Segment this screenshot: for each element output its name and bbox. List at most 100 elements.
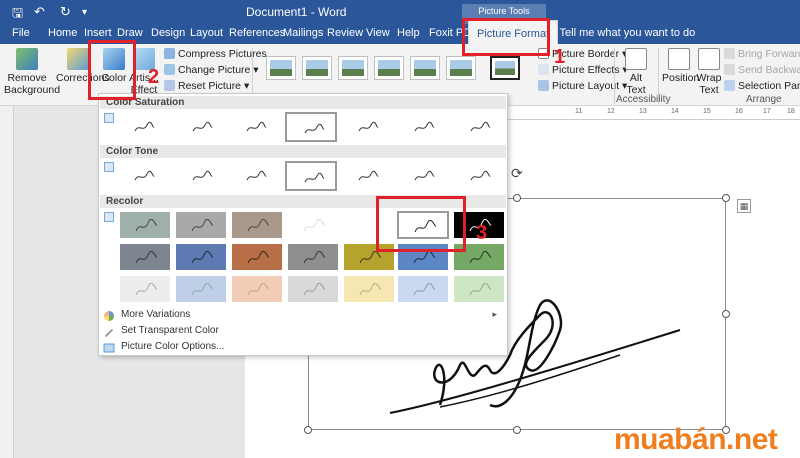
color-wheel-icon xyxy=(104,311,114,321)
recolor-option[interactable] xyxy=(287,211,339,239)
remove-background-label: Remove Background xyxy=(4,72,61,96)
ruler-tick: 11 xyxy=(575,108,583,115)
remove-background-icon xyxy=(16,48,38,70)
watermark-text-1: muabán xyxy=(614,423,727,456)
saturation-option[interactable] xyxy=(175,112,227,142)
tab-review[interactable]: Review xyxy=(327,27,363,39)
alt-text-icon xyxy=(625,48,647,70)
reset-picture-button[interactable]: Reset Picture ▾ xyxy=(164,80,249,92)
bring-forward-button[interactable]: Bring Forward xyxy=(724,48,800,60)
bring-forward-label: Bring Forward xyxy=(738,48,800,60)
resize-handle[interactable] xyxy=(513,426,521,434)
tab-insert[interactable]: Insert xyxy=(84,27,112,39)
tone-option[interactable] xyxy=(397,161,449,191)
recolor-option[interactable] xyxy=(175,275,227,303)
wrap-text-label: Wrap Text xyxy=(696,72,722,96)
resize-handle[interactable] xyxy=(722,194,730,202)
picture-options-icon xyxy=(103,343,115,353)
picture-style-2[interactable] xyxy=(302,56,332,80)
recolor-option[interactable] xyxy=(231,243,283,271)
change-picture-button[interactable]: Change Picture ▾ xyxy=(164,64,259,76)
more-variations-label: More Variations xyxy=(121,309,191,320)
recolor-option[interactable] xyxy=(343,275,395,303)
wrap-text-button[interactable]: Wrap Text xyxy=(696,48,722,96)
remove-background-button[interactable]: Remove Background xyxy=(4,48,60,96)
color-tone-header: Color Tone xyxy=(100,145,506,158)
ruler-tick: 18 xyxy=(787,108,795,115)
resize-handle[interactable] xyxy=(513,194,521,202)
tone-option[interactable] xyxy=(229,161,281,191)
rotate-handle-icon[interactable]: ⟳ xyxy=(511,165,523,182)
resize-handle[interactable] xyxy=(304,426,312,434)
picture-style-1[interactable] xyxy=(266,56,296,80)
ruler-tick: 13 xyxy=(639,108,647,115)
saturation-option[interactable] xyxy=(453,112,505,142)
tone-option[interactable] xyxy=(341,161,393,191)
picture-style-6[interactable] xyxy=(446,56,476,80)
recolor-option[interactable] xyxy=(453,275,505,303)
saturation-option[interactable] xyxy=(229,112,281,142)
recolor-option[interactable] xyxy=(119,243,171,271)
saturation-option-selected[interactable] xyxy=(285,112,337,142)
alt-text-button[interactable]: Alt Text xyxy=(622,48,650,96)
color-saturation-header: Color Saturation xyxy=(100,96,506,109)
selection-pane-button[interactable]: Selection Pane xyxy=(724,80,800,92)
tab-layout[interactable]: Layout xyxy=(190,27,223,39)
position-button[interactable]: Position xyxy=(662,48,700,84)
recolor-option[interactable] xyxy=(231,275,283,303)
document-title: Document1 - Word xyxy=(246,5,347,19)
redo-icon[interactable]: ↻ xyxy=(60,4,71,20)
tone-option[interactable] xyxy=(117,161,169,191)
position-icon xyxy=(668,48,690,70)
tab-home[interactable]: Home xyxy=(48,27,77,39)
corrections-icon xyxy=(67,48,89,70)
callout-box-color xyxy=(88,40,136,100)
tab-design[interactable]: Design xyxy=(151,27,185,39)
tab-mailings[interactable]: Mailings xyxy=(283,27,323,39)
picture-layout-label: Picture Layout xyxy=(552,80,620,92)
tab-draw[interactable]: Draw xyxy=(117,27,143,39)
recolor-option[interactable] xyxy=(175,211,227,239)
recolor-option[interactable] xyxy=(175,243,227,271)
recolor-option[interactable] xyxy=(119,275,171,303)
tell-me-search[interactable]: ○ Tell me what you want to do xyxy=(550,27,695,39)
recolor-option[interactable] xyxy=(231,211,283,239)
undo-icon[interactable]: ↶ xyxy=(34,4,45,20)
more-variations-item[interactable]: More Variations ▸ xyxy=(103,309,503,325)
layout-options-icon[interactable]: ▦ xyxy=(737,199,751,213)
recolor-option[interactable] xyxy=(397,275,449,303)
tone-option-selected[interactable] xyxy=(285,161,337,191)
tab-help[interactable]: Help xyxy=(397,27,420,39)
callout-box-black-white xyxy=(376,196,466,252)
tab-references[interactable]: References xyxy=(229,27,285,39)
saturation-option[interactable] xyxy=(341,112,393,142)
send-backward-label: Send Backward xyxy=(738,64,800,76)
change-picture-label: Change Picture xyxy=(178,64,251,76)
set-transparent-color-label: Set Transparent Color xyxy=(121,325,219,336)
send-backward-button[interactable]: Send Backward xyxy=(724,64,800,76)
picture-style-3[interactable] xyxy=(338,56,368,80)
picture-color-options-label: Picture Color Options... xyxy=(121,341,225,352)
resize-handle[interactable] xyxy=(722,310,730,318)
customize-quick-access-icon[interactable]: ▾ xyxy=(82,7,87,18)
position-label: Position xyxy=(662,72,700,84)
recolor-option[interactable] xyxy=(119,211,171,239)
recolor-option[interactable] xyxy=(287,275,339,303)
tone-option[interactable] xyxy=(175,161,227,191)
color-saturation-icon xyxy=(104,113,114,123)
ruler-tick: 14 xyxy=(671,108,679,115)
saturation-option[interactable] xyxy=(117,112,169,142)
picture-style-4[interactable] xyxy=(374,56,404,80)
tone-option[interactable] xyxy=(453,161,505,191)
picture-color-options-item[interactable]: Picture Color Options... xyxy=(103,341,503,357)
tell-me-label: Tell me what you want to do xyxy=(559,27,696,39)
set-transparent-color-item[interactable]: Set Transparent Color xyxy=(103,325,503,341)
tab-view[interactable]: View xyxy=(366,27,390,39)
saturation-option[interactable] xyxy=(397,112,449,142)
picture-style-5[interactable] xyxy=(410,56,440,80)
reset-picture-label: Reset Picture xyxy=(178,80,242,92)
recolor-option[interactable] xyxy=(287,243,339,271)
save-icon[interactable]: 🖫 xyxy=(12,4,23,26)
tab-file[interactable]: File xyxy=(12,27,30,39)
picture-style-7[interactable] xyxy=(490,56,520,80)
